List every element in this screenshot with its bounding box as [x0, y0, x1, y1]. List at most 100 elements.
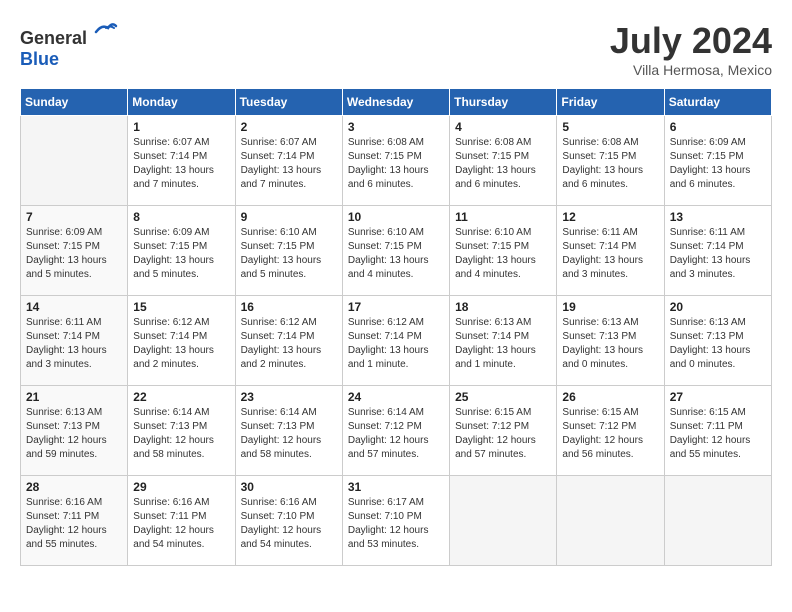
day-info: Sunrise: 6:13 AMSunset: 7:13 PMDaylight:… [26, 406, 122, 462]
day-number: 18 [455, 300, 551, 314]
logo-text: General Blue [20, 20, 118, 70]
day-header-sunday: Sunday [21, 89, 128, 116]
day-info: Sunrise: 6:14 AMSunset: 7:12 PMDaylight:… [348, 406, 444, 462]
day-info: Sunrise: 6:17 AMSunset: 7:10 PMDaylight:… [348, 496, 444, 552]
day-info: Sunrise: 6:14 AMSunset: 7:13 PMDaylight:… [133, 406, 229, 462]
calendar-cell: 16 Sunrise: 6:12 AMSunset: 7:14 PMDayligh… [235, 296, 342, 386]
day-number: 30 [241, 480, 337, 494]
calendar-cell: 26 Sunrise: 6:15 AMSunset: 7:12 PMDayligh… [557, 386, 664, 476]
logo: General Blue [20, 20, 118, 70]
calendar-cell: 27 Sunrise: 6:15 AMSunset: 7:11 PMDayligh… [664, 386, 771, 476]
day-number: 4 [455, 120, 551, 134]
day-info: Sunrise: 6:09 AMSunset: 7:15 PMDaylight:… [26, 226, 122, 282]
calendar-cell: 11 Sunrise: 6:10 AMSunset: 7:15 PMDayligh… [450, 206, 557, 296]
day-number: 9 [241, 210, 337, 224]
week-row-5: 28 Sunrise: 6:16 AMSunset: 7:11 PMDayligh… [21, 476, 772, 566]
calendar-cell: 31 Sunrise: 6:17 AMSunset: 7:10 PMDayligh… [342, 476, 449, 566]
page-header: General Blue July 2024 Villa Hermosa, Me… [20, 20, 772, 78]
calendar-cell: 4Sunrise: 6:08 AMSunset: 7:15 PMDaylight… [450, 116, 557, 206]
day-number: 27 [670, 390, 766, 404]
day-info: Sunrise: 6:12 AMSunset: 7:14 PMDaylight:… [241, 316, 337, 372]
day-number: 15 [133, 300, 229, 314]
day-header-tuesday: Tuesday [235, 89, 342, 116]
day-number: 26 [562, 390, 658, 404]
calendar-cell: 13 Sunrise: 6:11 AMSunset: 7:14 PMDayligh… [664, 206, 771, 296]
calendar-cell: 24Sunrise: 6:14 AMSunset: 7:12 PMDayligh… [342, 386, 449, 476]
day-info: Sunrise: 6:12 AMSunset: 7:14 PMDaylight:… [348, 316, 444, 372]
day-info: Sunrise: 6:07 AMSunset: 7:14 PMDaylight:… [241, 136, 337, 192]
calendar-cell: 19Sunrise: 6:13 AMSunset: 7:13 PMDayligh… [557, 296, 664, 386]
day-info: Sunrise: 6:08 AMSunset: 7:15 PMDaylight:… [348, 136, 444, 192]
day-number: 13 [670, 210, 766, 224]
calendar-cell [664, 476, 771, 566]
day-info: Sunrise: 6:07 AMSunset: 7:14 PMDaylight:… [133, 136, 229, 192]
week-row-1: 1 Sunrise: 6:07 AMSunset: 7:14 PMDaylight… [21, 116, 772, 206]
day-number: 17 [348, 300, 444, 314]
day-number: 31 [348, 480, 444, 494]
day-number: 12 [562, 210, 658, 224]
day-header-saturday: Saturday [664, 89, 771, 116]
day-number: 2 [241, 120, 337, 134]
calendar-cell: 22 Sunrise: 6:14 AMSunset: 7:13 PMDayligh… [128, 386, 235, 476]
calendar-cell: 30 Sunrise: 6:16 AMSunset: 7:10 PMDayligh… [235, 476, 342, 566]
calendar-cell: 2 Sunrise: 6:07 AMSunset: 7:14 PMDaylight… [235, 116, 342, 206]
day-number: 16 [241, 300, 337, 314]
day-info: Sunrise: 6:09 AMSunset: 7:15 PMDaylight:… [670, 136, 766, 192]
day-info: Sunrise: 6:15 AMSunset: 7:12 PMDaylight:… [455, 406, 551, 462]
day-info: Sunrise: 6:12 AMSunset: 7:14 PMDaylight:… [133, 316, 229, 372]
calendar-cell [557, 476, 664, 566]
calendar-cell: 17 Sunrise: 6:12 AMSunset: 7:14 PMDayligh… [342, 296, 449, 386]
day-info: Sunrise: 6:16 AMSunset: 7:11 PMDaylight:… [26, 496, 122, 552]
calendar-table: SundayMondayTuesdayWednesdayThursdayFrid… [20, 88, 772, 566]
day-number: 22 [133, 390, 229, 404]
day-number: 14 [26, 300, 122, 314]
day-info: Sunrise: 6:16 AMSunset: 7:11 PMDaylight:… [133, 496, 229, 552]
day-info: Sunrise: 6:10 AMSunset: 7:15 PMDaylight:… [241, 226, 337, 282]
logo-blue: Blue [20, 49, 59, 69]
day-info: Sunrise: 6:10 AMSunset: 7:15 PMDaylight:… [455, 226, 551, 282]
day-info: Sunrise: 6:09 AMSunset: 7:15 PMDaylight:… [133, 226, 229, 282]
day-number: 6 [670, 120, 766, 134]
calendar-cell: 7 Sunrise: 6:09 AMSunset: 7:15 PMDaylight… [21, 206, 128, 296]
day-number: 25 [455, 390, 551, 404]
calendar-cell: 23Sunrise: 6:14 AMSunset: 7:13 PMDayligh… [235, 386, 342, 476]
day-number: 21 [26, 390, 122, 404]
day-info: Sunrise: 6:13 AMSunset: 7:13 PMDaylight:… [670, 316, 766, 372]
logo-general: General [20, 28, 87, 48]
calendar-cell: 29 Sunrise: 6:16 AMSunset: 7:11 PMDayligh… [128, 476, 235, 566]
week-row-3: 14 Sunrise: 6:11 AMSunset: 7:14 PMDayligh… [21, 296, 772, 386]
title-section: July 2024 Villa Hermosa, Mexico [610, 20, 772, 78]
calendar-cell: 9 Sunrise: 6:10 AMSunset: 7:15 PMDaylight… [235, 206, 342, 296]
day-number: 10 [348, 210, 444, 224]
day-number: 20 [670, 300, 766, 314]
day-info: Sunrise: 6:16 AMSunset: 7:10 PMDaylight:… [241, 496, 337, 552]
calendar-cell: 1 Sunrise: 6:07 AMSunset: 7:14 PMDaylight… [128, 116, 235, 206]
day-info: Sunrise: 6:13 AMSunset: 7:14 PMDaylight:… [455, 316, 551, 372]
week-row-2: 7 Sunrise: 6:09 AMSunset: 7:15 PMDaylight… [21, 206, 772, 296]
calendar-cell: 25 Sunrise: 6:15 AMSunset: 7:12 PMDayligh… [450, 386, 557, 476]
month-title: July 2024 [610, 20, 772, 62]
calendar-cell: 5Sunrise: 6:08 AMSunset: 7:15 PMDaylight… [557, 116, 664, 206]
day-info: Sunrise: 6:15 AMSunset: 7:12 PMDaylight:… [562, 406, 658, 462]
day-number: 7 [26, 210, 122, 224]
calendar-cell [450, 476, 557, 566]
day-number: 28 [26, 480, 122, 494]
day-info: Sunrise: 6:15 AMSunset: 7:11 PMDaylight:… [670, 406, 766, 462]
calendar-cell: 12 Sunrise: 6:11 AMSunset: 7:14 PMDayligh… [557, 206, 664, 296]
day-header-monday: Monday [128, 89, 235, 116]
day-info: Sunrise: 6:11 AMSunset: 7:14 PMDaylight:… [26, 316, 122, 372]
day-number: 5 [562, 120, 658, 134]
day-info: Sunrise: 6:11 AMSunset: 7:14 PMDaylight:… [670, 226, 766, 282]
day-number: 11 [455, 210, 551, 224]
day-number: 1 [133, 120, 229, 134]
day-number: 29 [133, 480, 229, 494]
logo-icon [94, 20, 118, 44]
calendar-cell: 6 Sunrise: 6:09 AMSunset: 7:15 PMDaylight… [664, 116, 771, 206]
day-info: Sunrise: 6:11 AMSunset: 7:14 PMDaylight:… [562, 226, 658, 282]
week-row-4: 21 Sunrise: 6:13 AMSunset: 7:13 PMDayligh… [21, 386, 772, 476]
day-header-wednesday: Wednesday [342, 89, 449, 116]
calendar-cell: 10Sunrise: 6:10 AMSunset: 7:15 PMDayligh… [342, 206, 449, 296]
day-info: Sunrise: 6:13 AMSunset: 7:13 PMDaylight:… [562, 316, 658, 372]
location-title: Villa Hermosa, Mexico [610, 62, 772, 78]
calendar-cell: 28 Sunrise: 6:16 AMSunset: 7:11 PMDayligh… [21, 476, 128, 566]
